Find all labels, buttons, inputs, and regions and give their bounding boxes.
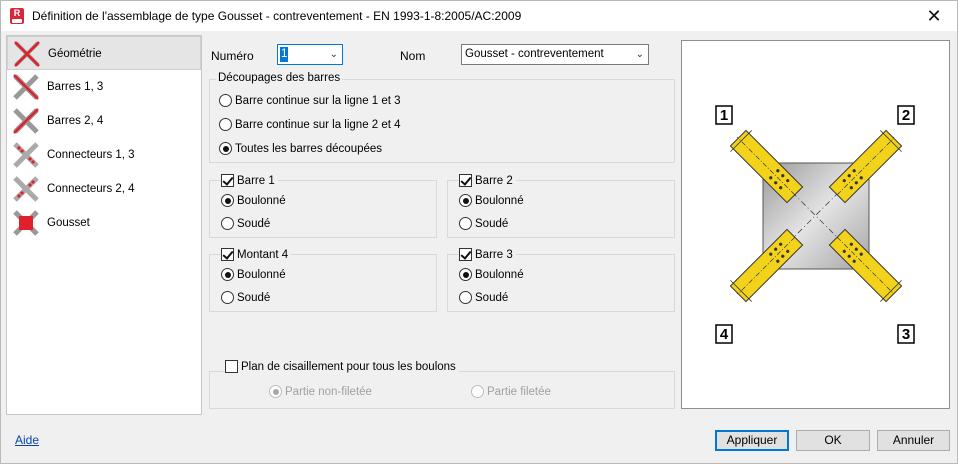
montant-4-soude-radio[interactable]: Soudé [221, 291, 270, 304]
numero-label: Numéro [211, 49, 254, 63]
decoupages-title: Découpages des barres [216, 72, 343, 84]
sidebar-item-barres-2-4[interactable]: Barres 2, 4 [7, 104, 201, 138]
barre-3-boulonne-radio[interactable]: Boulonné [459, 268, 524, 281]
barre-1-checkbox[interactable]: Barre 1 [221, 174, 278, 187]
sidebar-item-label: Barres 2, 4 [47, 115, 104, 127]
barre-3-soude-radio[interactable]: Soudé [459, 291, 508, 304]
window-title: Définition de l'assemblage de type Gouss… [32, 9, 522, 23]
apply-button[interactable]: Appliquer [715, 430, 789, 451]
barre-1-soude-radio[interactable]: Soudé [221, 217, 270, 230]
chevron-down-icon: ⌄ [329, 49, 338, 60]
label-3: 3 [902, 326, 910, 343]
barre-1-boulonne-radio[interactable]: Boulonné [221, 194, 286, 207]
barre-2-checkbox[interactable]: Barre 2 [459, 174, 516, 187]
radio-continue-1-3[interactable]: Barre continue sur la ligne 1 et 3 [219, 94, 401, 107]
gusset-diagram: 1 2 3 4 [715, 105, 915, 344]
montant-4-boulonne-radio[interactable]: Boulonné [221, 268, 286, 281]
shear-threaded-radio[interactable]: Partie filetée [471, 385, 551, 398]
sidebar: Géométrie Barres 1, 3 Barres 2, 4 Connec… [6, 35, 202, 415]
sidebar-item-connecteurs-1-3[interactable]: Connecteurs 1, 3 [7, 138, 201, 172]
nom-label: Nom [400, 49, 426, 63]
radio-continue-2-4[interactable]: Barre continue sur la ligne 2 et 4 [219, 118, 401, 131]
sidebar-item-label: Barres 1, 3 [47, 81, 104, 93]
chevron-down-icon: ⌄ [635, 49, 644, 60]
barre-3-checkbox[interactable]: Barre 3 [459, 248, 516, 261]
sidebar-item-barres-1-3[interactable]: Barres 1, 3 [7, 70, 201, 104]
radio-all-cut[interactable]: Toutes les barres découpées [219, 142, 382, 155]
dialog-window: R Définition de l'assemblage de type Gou… [0, 0, 958, 464]
label-4: 4 [720, 326, 729, 343]
geometry-icon [14, 41, 40, 67]
barre-2-soude-radio[interactable]: Soudé [459, 217, 508, 230]
title-bar: R Définition de l'assemblage de type Gou… [1, 1, 957, 31]
close-button[interactable]: ✕ [911, 1, 957, 31]
bars-2-4-icon [13, 108, 39, 134]
label-2: 2 [902, 107, 910, 124]
sidebar-item-label: Gousset [47, 217, 90, 229]
connectors-1-3-icon [13, 142, 39, 168]
ok-button[interactable]: OK [796, 430, 870, 451]
robot-app-icon: R [10, 8, 24, 24]
sidebar-item-label: Connecteurs 2, 4 [47, 183, 135, 195]
help-link[interactable]: Aide [15, 433, 39, 447]
label-1: 1 [720, 107, 728, 124]
sidebar-item-label: Connecteurs 1, 3 [47, 149, 135, 161]
connectors-2-4-icon [13, 176, 39, 202]
nom-select[interactable]: Gousset - contreventement ⌄ [461, 44, 649, 65]
connection-preview: 1 2 3 4 [681, 40, 950, 409]
sidebar-item-geometrie[interactable]: Géométrie [7, 36, 201, 70]
cancel-button[interactable]: Annuler [877, 430, 950, 451]
montant-4-checkbox[interactable]: Montant 4 [221, 248, 292, 261]
barre-2-boulonne-radio[interactable]: Boulonné [459, 194, 524, 207]
numero-select[interactable]: 1 ⌄ [277, 44, 343, 65]
shear-plane-checkbox[interactable]: Plan de cisaillement pour tous les boulo… [225, 360, 459, 373]
sidebar-item-label: Géométrie [48, 48, 102, 60]
sidebar-item-gousset[interactable]: Gousset [7, 206, 201, 240]
gusset-icon [13, 210, 39, 236]
sidebar-item-connecteurs-2-4[interactable]: Connecteurs 2, 4 [7, 172, 201, 206]
shear-unthreaded-radio[interactable]: Partie non-filetée [269, 385, 372, 398]
bars-1-3-icon [13, 74, 39, 100]
